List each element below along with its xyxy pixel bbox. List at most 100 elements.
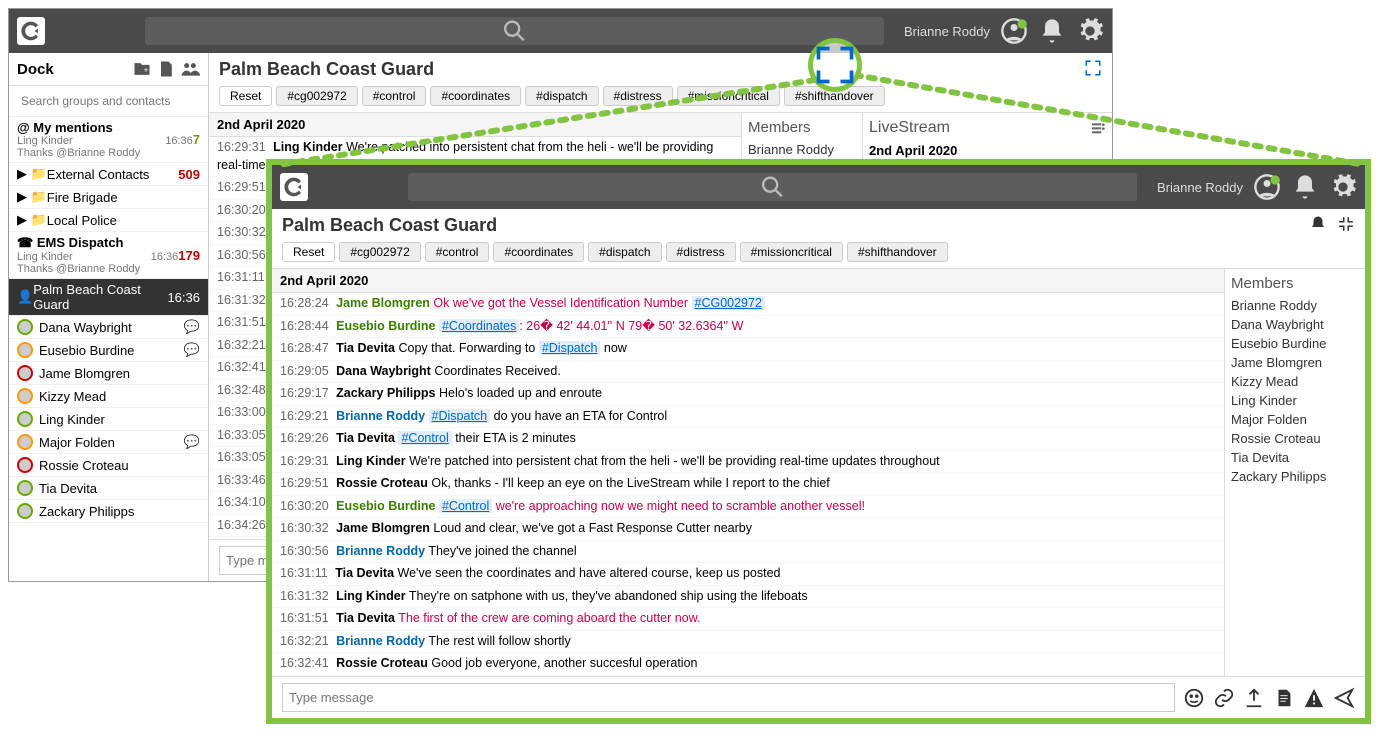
dock-person[interactable]: Eusebio Burdine💬 <box>9 339 208 362</box>
avatar <box>17 319 33 335</box>
hashtag-filter[interactable]: #missioncritical <box>740 242 843 262</box>
message: 16:30:56 Brianne Roddy They've joined th… <box>272 541 1224 564</box>
bell-icon[interactable] <box>1291 173 1319 201</box>
dock-folder[interactable]: ▶ 📁 Local Police <box>9 209 208 232</box>
member[interactable]: Eusebio Burdine <box>1231 334 1359 353</box>
gear-icon[interactable] <box>1329 173 1357 201</box>
bell-icon[interactable] <box>1309 215 1327 233</box>
hashtag-filter[interactable]: #dispatch <box>525 86 598 106</box>
message: 16:29:05 Dana Waybright Coordinates Rece… <box>272 361 1224 384</box>
member[interactable]: Kizzy Mead <box>1231 372 1359 391</box>
expand-highlight <box>808 38 862 92</box>
people-icon[interactable] <box>180 59 200 79</box>
member[interactable]: Brianne Roddy <box>1231 296 1359 315</box>
message: 16:32:21 Brianne Roddy The rest will fol… <box>272 631 1224 654</box>
hashtag-filter[interactable]: #distress <box>666 242 736 262</box>
expand-icon[interactable] <box>1084 59 1102 77</box>
member[interactable]: Rossie Croteau <box>1231 429 1359 448</box>
gear-icon[interactable] <box>1076 17 1104 45</box>
chat-icon: 💬 <box>184 342 200 358</box>
dock-panel: Dock + @ My mentions Ling Kinder 16:36 T… <box>9 53 209 581</box>
hashtag-filter[interactable]: #cg002972 <box>276 86 357 106</box>
message: 16:31:51 Tia Devita The first of the cre… <box>272 608 1224 631</box>
alert-icon[interactable] <box>1303 687 1325 709</box>
message: 16:31:11 Tia Devita We've seen the coord… <box>272 563 1224 586</box>
app-logo[interactable] <box>17 17 45 45</box>
dock-person[interactable]: Zackary Philipps <box>9 500 208 523</box>
hashtag-filter[interactable]: #dispatch <box>588 242 661 262</box>
members-title: Members <box>1231 275 1359 292</box>
link-icon[interactable] <box>1213 687 1235 709</box>
hashtag-filter[interactable]: #cg002972 <box>339 242 420 262</box>
dock-person[interactable]: Kizzy Mead <box>9 385 208 408</box>
hashtag-filter[interactable]: #coordinates <box>493 242 584 262</box>
dock-person[interactable]: Dana Waybright💬 <box>9 316 208 339</box>
profile-icon[interactable] <box>1253 173 1281 201</box>
topbar: Brianne Roddy <box>272 165 1365 209</box>
chat-icon: 💬 <box>184 319 200 335</box>
message-input[interactable] <box>282 683 1175 712</box>
emoji-icon[interactable] <box>1183 687 1205 709</box>
reset-button[interactable]: Reset <box>282 242 335 262</box>
member[interactable]: Tia Devita <box>1231 448 1359 467</box>
dock-selected[interactable]: 👤 Palm Beach Coast Guard 16:36 <box>9 279 208 316</box>
avatar <box>17 365 33 381</box>
chat-icon: 💬 <box>184 434 200 450</box>
date-header: 2nd April 2020 <box>209 113 741 137</box>
dock-folder[interactable]: ▶ 📁 Fire Brigade <box>9 186 208 209</box>
dock-search-input[interactable] <box>17 90 200 112</box>
member[interactable]: Brianne Roddy <box>748 140 856 159</box>
topbar-search[interactable] <box>408 173 1137 201</box>
message: 16:29:31 Ling Kinder We're patched into … <box>272 451 1224 474</box>
send-icon[interactable] <box>1333 687 1355 709</box>
member[interactable]: Major Folden <box>1231 410 1359 429</box>
dock-folder[interactable]: ▶ 📁 External Contacts509 <box>9 163 208 186</box>
topbar-search[interactable] <box>145 17 884 45</box>
dock-person[interactable]: Jame Blomgren <box>9 362 208 385</box>
livestream-settings-icon[interactable] <box>1090 120 1106 136</box>
hashtag-filter[interactable]: #shifthandover <box>847 242 948 262</box>
profile-icon[interactable] <box>1000 17 1028 45</box>
hashtag-filter[interactable]: #control <box>425 242 490 262</box>
topbar: Brianne Roddy <box>9 9 1112 53</box>
user-name[interactable]: Brianne Roddy <box>904 24 990 39</box>
file-icon[interactable] <box>156 59 176 79</box>
member[interactable]: Dana Waybright <box>1231 315 1359 334</box>
avatar <box>17 342 33 358</box>
user-name[interactable]: Brianne Roddy <box>1157 180 1243 195</box>
message: 16:31:32 Ling Kinder They're on satphone… <box>272 586 1224 609</box>
dock-person[interactable]: Major Folden💬 <box>9 431 208 454</box>
member[interactable]: Ling Kinder <box>1231 391 1359 410</box>
document-icon[interactable] <box>1273 687 1295 709</box>
collapse-icon[interactable] <box>1337 215 1355 233</box>
livestream-title: LiveStream <box>869 119 950 137</box>
dock-search[interactable] <box>9 86 208 117</box>
app-logo[interactable] <box>280 173 308 201</box>
dock-person[interactable]: Rossie Croteau <box>9 454 208 477</box>
avatar <box>17 480 33 496</box>
member[interactable]: Zackary Philipps <box>1231 467 1359 486</box>
message: 16:29:26 Tia Devita #Control their ETA i… <box>272 428 1224 451</box>
folder-plus-icon[interactable]: + <box>132 59 152 79</box>
members-title: Members <box>748 119 856 136</box>
dock-person[interactable]: Tia Devita <box>9 477 208 500</box>
dock-title: Dock <box>17 61 128 78</box>
hashtag-filter[interactable]: #distress <box>603 86 673 106</box>
hashtag-filter[interactable]: #missioncritical <box>677 86 780 106</box>
hashtag-filter[interactable]: #control <box>362 86 427 106</box>
dock-person[interactable]: Ling Kinder <box>9 408 208 431</box>
avatar <box>17 434 33 450</box>
reset-button[interactable]: Reset <box>219 86 272 106</box>
message: 16:30:20 Eusebio Burdine #Control we're … <box>272 496 1224 519</box>
hashtag-filter[interactable]: #coordinates <box>430 86 521 106</box>
avatar <box>17 411 33 427</box>
message: 16:30:32 Jame Blomgren Loud and clear, w… <box>272 518 1224 541</box>
dock-ems[interactable]: ☎ EMS Dispatch Ling Kinder 16:36 Thanks … <box>9 232 208 279</box>
message: 16:32:41 Rossie Croteau Good job everyon… <box>272 653 1224 676</box>
members-panel: Members Brianne RoddyDana WaybrightEuseb… <box>1225 269 1365 676</box>
bell-icon[interactable] <box>1038 17 1066 45</box>
upload-icon[interactable] <box>1243 687 1265 709</box>
svg-text:+: + <box>144 64 149 74</box>
member[interactable]: Jame Blomgren <box>1231 353 1359 372</box>
dock-mentions[interactable]: @ My mentions Ling Kinder 16:36 Thanks @… <box>9 117 208 163</box>
